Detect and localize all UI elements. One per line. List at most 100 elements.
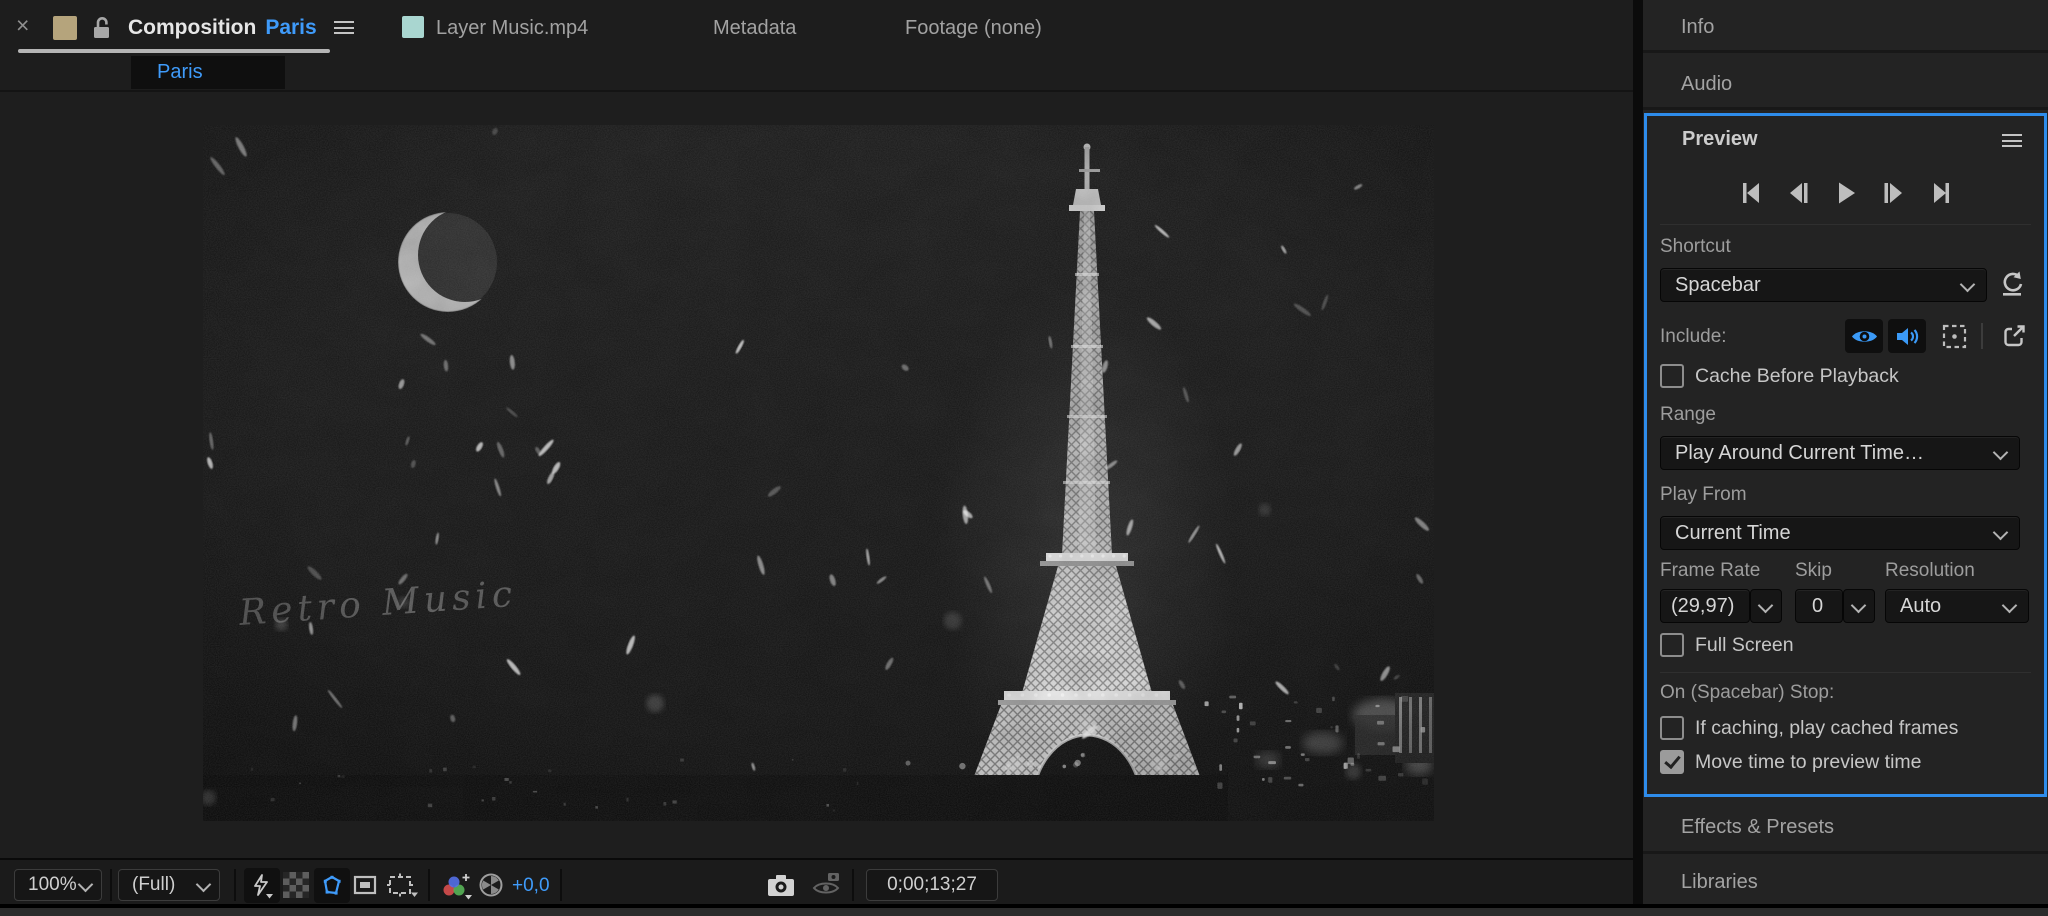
move-time-checkbox[interactable]	[1660, 750, 1684, 774]
viewer-tab-paris[interactable]: Paris	[131, 56, 285, 89]
frame-rate-label: Frame Rate	[1660, 560, 1761, 581]
range-value: Play Around Current Time…	[1675, 442, 1924, 464]
skip-value: 0	[1812, 595, 1824, 617]
fast-previews-button[interactable]	[244, 868, 280, 903]
range-label: Range	[1660, 404, 1716, 425]
panel-tab-bar: × Composition Paris Layer Music.mp4 Meta…	[0, 0, 1633, 56]
shutter-icon	[479, 873, 503, 897]
tab-composition[interactable]: Composition Paris	[128, 13, 354, 43]
range-dropdown[interactable]: Play Around Current Time…	[1660, 436, 2020, 470]
tab-metadata[interactable]: Metadata	[713, 13, 796, 43]
chevron-down-icon	[1850, 597, 1867, 614]
libraries-label: Libraries	[1681, 871, 1758, 893]
reset-preview-button[interactable]	[1999, 270, 2027, 303]
noise-grain	[203, 125, 1434, 821]
include-video-button[interactable]	[1845, 319, 1883, 353]
skip-value-box[interactable]: 0	[1795, 589, 1843, 623]
chevron-down-icon	[1992, 444, 2009, 461]
chevron-down-icon	[77, 876, 94, 893]
preview-panel-label: Preview	[1682, 128, 1758, 150]
full-screen-checkbox[interactable]	[1660, 633, 1684, 657]
timecode-field[interactable]: 0;00;13;27	[866, 869, 998, 901]
shortcut-value: Spacebar	[1675, 274, 1761, 296]
preview-panel-menu-icon[interactable]	[2002, 134, 2022, 148]
chevron-down-icon	[1757, 597, 1774, 614]
lightning-icon	[254, 873, 273, 898]
step-forward-button[interactable]	[1880, 180, 1906, 206]
composition-color-swatch	[53, 16, 77, 40]
transparency-grid-button[interactable]	[283, 872, 309, 898]
layer-color-swatch	[402, 16, 424, 38]
include-label: Include:	[1660, 326, 1727, 347]
unlock-icon[interactable]	[92, 15, 112, 41]
panel-preview: Preview Shortcut Spacebar Include: Cache…	[1644, 113, 2047, 797]
go-to-end-icon	[1933, 183, 1949, 203]
panel-effects-presets[interactable]: Effects & Presets	[1643, 800, 2048, 854]
tab-layer[interactable]: Layer Music.mp4	[436, 13, 588, 43]
panel-menu-icon[interactable]	[333, 21, 354, 35]
metadata-tab-label: Metadata	[713, 16, 797, 39]
show-snapshot-button[interactable]	[812, 872, 840, 898]
if-caching-checkbox[interactable]	[1660, 716, 1684, 740]
window-bottom-edge	[0, 908, 2048, 916]
close-panel-icon[interactable]: ×	[16, 12, 29, 38]
go-to-end-button[interactable]	[1927, 180, 1953, 206]
frame-rate-chevron-button[interactable]	[1750, 589, 1782, 623]
play-button[interactable]	[1833, 180, 1859, 206]
region-of-interest-icon	[353, 875, 377, 895]
resolution-dropdown-preview[interactable]: Auto	[1885, 589, 2029, 623]
camera-icon	[768, 875, 794, 896]
tab-footage[interactable]: Footage (none)	[905, 13, 1042, 43]
on-stop-label: On (Spacebar) Stop:	[1660, 682, 1835, 703]
primary-viewer-button[interactable]	[1997, 319, 2031, 353]
composition-viewer[interactable]: Retro Music	[0, 92, 1633, 858]
panel-libraries[interactable]: Libraries	[1643, 857, 2048, 906]
chevron-down-icon	[1992, 524, 2009, 541]
panel-audio[interactable]: Audio	[1643, 56, 2048, 110]
panel-divider[interactable]	[1633, 0, 1643, 916]
region-of-interest-button[interactable]	[352, 872, 378, 898]
composition-tab-label: Composition	[128, 16, 257, 39]
chevron-down-icon	[2001, 597, 2018, 614]
shortcut-dropdown[interactable]: Spacebar	[1660, 268, 1987, 302]
exposure-value[interactable]: +0,0	[512, 875, 550, 897]
step-back-icon	[1789, 183, 1807, 203]
mask-visibility-button[interactable]	[314, 868, 350, 903]
if-caching-label: If caching, play cached frames	[1695, 717, 1959, 739]
cache-before-playback-checkbox[interactable]	[1660, 364, 1684, 388]
grid-guides-button[interactable]	[386, 872, 418, 898]
panel-info[interactable]: Info	[1643, 0, 2048, 53]
right-panel-stack: Info Audio Preview Shortcut Spacebar Inc…	[1643, 0, 2048, 916]
audio-panel-label: Audio	[1681, 73, 1733, 95]
after-effects-window: × Composition Paris Layer Music.mp4 Meta…	[0, 0, 2048, 916]
include-overlays-button[interactable]	[1937, 319, 1971, 353]
resolution-dropdown[interactable]: (Full)	[118, 869, 220, 901]
include-audio-button[interactable]	[1888, 319, 1926, 353]
chevron-down-icon	[1959, 276, 1976, 293]
frame-rate-value-box[interactable]: (29,97)	[1660, 589, 1750, 623]
cache-before-playback-label: Cache Before Playback	[1695, 365, 1899, 387]
reset-exposure-button[interactable]	[478, 872, 504, 898]
resolution-value: (Full)	[132, 874, 176, 895]
composition-preview-image: Retro Music	[203, 125, 1434, 821]
share-arrow-icon	[2003, 324, 2025, 346]
transport-controls	[1647, 180, 2044, 218]
magnification-dropdown[interactable]: 100%	[14, 869, 102, 901]
rgb-channels-icon	[443, 874, 472, 900]
step-forward-icon	[1884, 183, 1902, 203]
skip-chevron-button[interactable]	[1843, 589, 1875, 623]
step-back-button[interactable]	[1786, 180, 1812, 206]
move-time-label: Move time to preview time	[1695, 751, 1922, 773]
timecode-value: 0;00;13;27	[887, 874, 977, 895]
go-to-start-icon	[1742, 183, 1759, 203]
layer-tab-label: Layer Music.mp4	[436, 16, 589, 39]
full-screen-label: Full Screen	[1695, 634, 1794, 656]
eye-icon	[1851, 330, 1877, 342]
take-snapshot-button[interactable]	[766, 872, 796, 898]
go-to-start-button[interactable]	[1739, 180, 1765, 206]
active-tab-underline	[18, 49, 330, 53]
reset-icon	[2003, 271, 2023, 296]
grid-guides-icon	[387, 873, 418, 897]
channel-settings-button[interactable]	[440, 872, 472, 900]
play-from-dropdown[interactable]: Current Time	[1660, 516, 2020, 550]
